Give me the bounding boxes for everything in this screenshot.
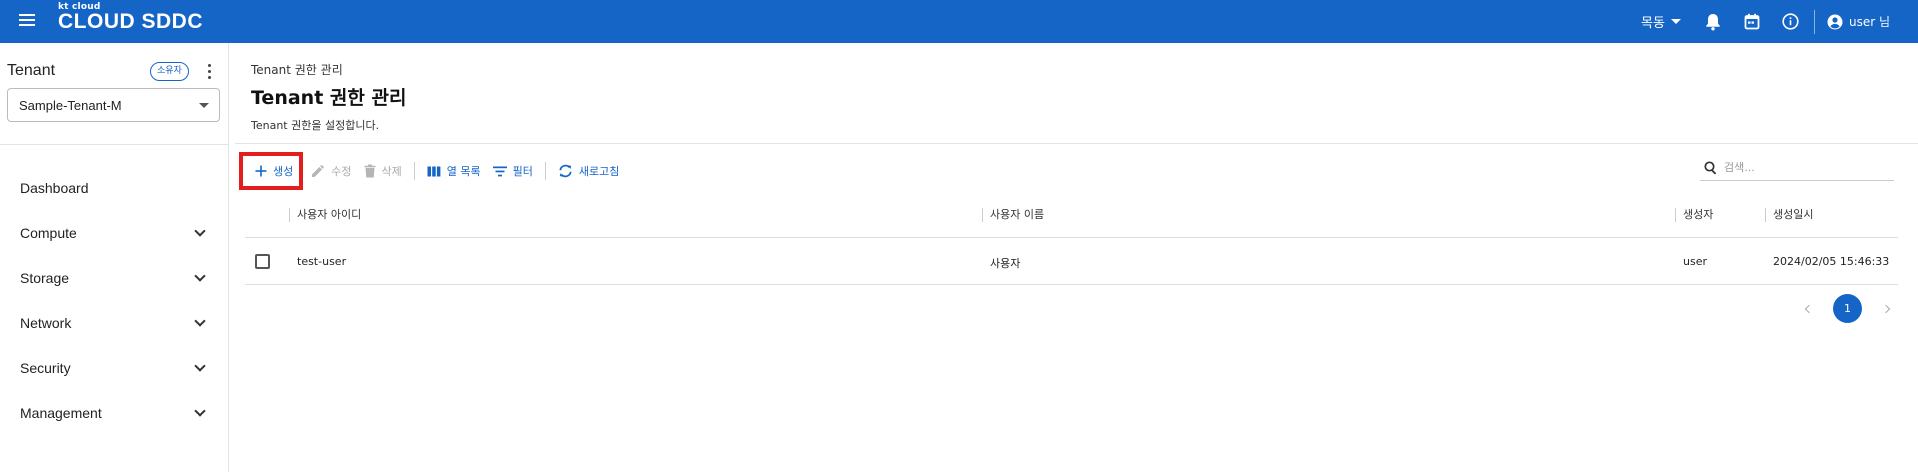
sidebar-item-storage[interactable]: Storage	[0, 255, 228, 300]
hamburger-menu-icon[interactable]	[17, 11, 37, 31]
view-column-icon	[427, 166, 441, 176]
next-page-icon[interactable]	[1876, 299, 1896, 319]
pagination: 1	[1799, 294, 1896, 323]
chevron-down-icon	[1670, 19, 1681, 24]
pencil-icon	[312, 165, 325, 177]
more-vert-icon[interactable]	[203, 62, 215, 80]
column-header-creator[interactable]: 생성자	[1675, 208, 1713, 222]
owner-badge: 소유자	[150, 62, 189, 81]
data-table: 사용자 아이디 사용자 이름 생성자 생성일시 test-user 사용자 us…	[245, 194, 1898, 285]
page-button[interactable]: 1	[1833, 294, 1862, 323]
delete-label: 삭제	[381, 165, 402, 178]
region-dropdown[interactable]: 목동	[1641, 12, 1681, 31]
columns-button[interactable]: 열 목록	[421, 156, 487, 186]
chevron-down-icon	[194, 360, 206, 372]
divider	[413, 162, 415, 180]
sync-icon	[559, 164, 572, 178]
caret-down-icon	[199, 103, 209, 108]
divider	[1813, 9, 1815, 34]
column-header-user-id[interactable]: 사용자 아이디	[289, 208, 361, 222]
create-button[interactable]: 생성	[239, 152, 304, 190]
delete-button[interactable]: 삭제	[358, 156, 408, 186]
cell-created-at: 2024/02/05 15:46:33	[1773, 255, 1890, 268]
region-label: 목동	[1641, 16, 1665, 31]
sidebar-item-label: Management	[20, 404, 102, 421]
sidebar-item-label: Network	[20, 314, 72, 331]
tenant-select[interactable]: Sample-Tenant-M	[7, 88, 220, 122]
sidebar-item-management[interactable]: Management	[0, 390, 228, 435]
top-bar: kt cloud CLOUD SDDC 목동 user 님	[0, 0, 1918, 43]
logo-text: CLOUD SDDC	[58, 10, 203, 33]
sidebar-item-network[interactable]: Network	[0, 300, 228, 345]
cell-user-id: test-user	[297, 255, 347, 268]
edit-button[interactable]: 수정	[305, 156, 357, 186]
divider	[235, 143, 1918, 144]
sidebar-item-label: Compute	[20, 224, 77, 241]
calendar-icon[interactable]	[1742, 12, 1762, 32]
row-checkbox[interactable]	[255, 254, 270, 269]
breadcrumb[interactable]: Tenant 권한 관리	[251, 61, 343, 78]
user-name: user 님	[1848, 15, 1890, 29]
tenant-title: Tenant	[7, 62, 56, 79]
prev-page-icon[interactable]	[1799, 299, 1819, 319]
search-icon	[1704, 160, 1717, 175]
table-row[interactable]: test-user 사용자 user 2024/02/05 15:46:33	[245, 238, 1898, 285]
trash-icon	[364, 164, 375, 178]
chevron-down-icon	[194, 270, 206, 282]
logo[interactable]: kt cloud CLOUD SDDC	[58, 3, 203, 33]
search-input[interactable]	[1724, 161, 1884, 174]
sidebar-item-dashboard[interactable]: Dashboard	[0, 165, 228, 210]
sidebar-item-compute[interactable]: Compute	[0, 210, 228, 255]
sidebar-item-label: Security	[20, 359, 71, 376]
sidebar-nav: Dashboard Compute Storage Network Securi…	[0, 165, 228, 435]
info-icon[interactable]	[1781, 12, 1801, 32]
filter-label: 필터	[512, 165, 533, 178]
sidebar: Tenant 소유자 Sample-Tenant-M Dashboard Com…	[0, 43, 229, 472]
columns-label: 열 목록	[446, 165, 481, 178]
sidebar-item-security[interactable]: Security	[0, 345, 228, 390]
page-description: Tenant 권한을 설정합니다.	[251, 119, 380, 132]
tenant-select-value: Sample-Tenant-M	[19, 97, 122, 113]
plus-icon	[255, 165, 267, 177]
chevron-down-icon	[194, 405, 206, 417]
sidebar-item-label: Dashboard	[20, 179, 89, 196]
filter-button[interactable]: 필터	[487, 156, 539, 186]
chevron-down-icon	[194, 225, 206, 237]
sidebar-item-label: Storage	[20, 269, 70, 286]
main-content: Tenant 권한 관리 Tenant 권한 관리 Tenant 권한을 설정합…	[229, 43, 1918, 472]
search-box	[1700, 155, 1894, 181]
toolbar: 생성 수정 삭제 열 목록 필터 새로고침	[239, 152, 625, 190]
create-label: 생성	[273, 165, 294, 178]
filter-icon	[492, 166, 507, 176]
divider	[544, 162, 546, 180]
user-menu[interactable]: user 님	[1827, 13, 1890, 30]
table-header: 사용자 아이디 사용자 이름 생성자 생성일시	[245, 194, 1898, 238]
column-header-user-name[interactable]: 사용자 이름	[982, 208, 1044, 222]
cell-creator: user	[1683, 255, 1707, 268]
refresh-label: 새로고침	[578, 165, 620, 178]
divider	[0, 144, 228, 145]
chevron-down-icon	[194, 315, 206, 327]
account-icon	[1827, 14, 1843, 29]
page-title: Tenant 권한 관리	[251, 87, 407, 109]
column-header-created-at[interactable]: 생성일시	[1765, 208, 1813, 222]
edit-label: 수정	[331, 165, 352, 178]
cell-user-name: 사용자	[990, 257, 1021, 270]
bell-icon[interactable]	[1703, 12, 1723, 32]
refresh-button[interactable]: 새로고침	[552, 156, 625, 186]
